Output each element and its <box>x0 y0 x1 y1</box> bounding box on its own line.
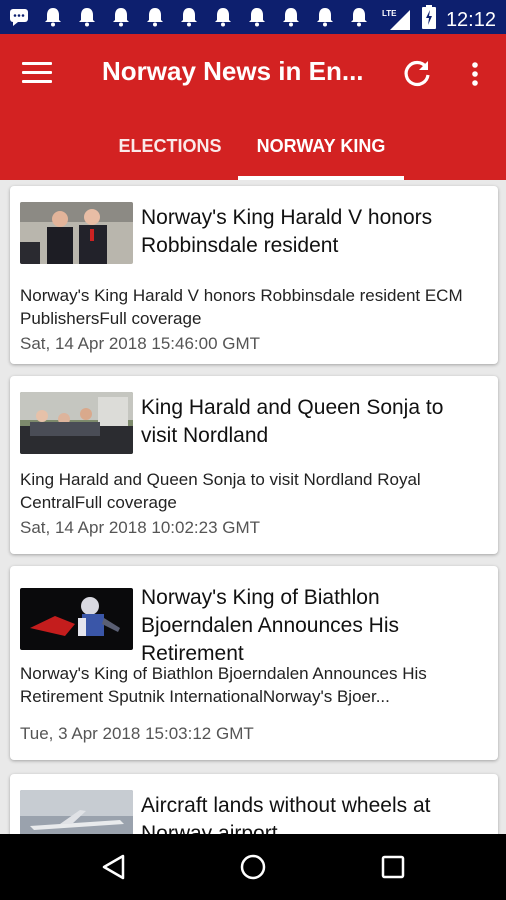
app-bar: Norway News in En... ELECTIONS NORWAY KI… <box>0 34 506 180</box>
notification-bell-icon <box>212 6 234 28</box>
notification-icons <box>8 6 370 28</box>
article-headline[interactable]: Aircraft lands without wheels at Norway … <box>141 792 481 834</box>
status-bar: LTE 12:12 <box>0 0 506 34</box>
notification-bell-icon <box>280 6 302 28</box>
article-headline[interactable]: Norway's King Harald V honors Robbinsdal… <box>141 204 481 260</box>
notification-bell-icon <box>144 6 166 28</box>
notification-bell-icon <box>314 6 336 28</box>
system-navigation-bar <box>0 834 506 900</box>
tab-elections[interactable]: ELECTIONS <box>100 136 240 180</box>
article-thumbnail <box>20 790 133 834</box>
article-thumbnail <box>20 392 133 454</box>
article-thumbnail <box>20 202 133 264</box>
article-date: Tue, 3 Apr 2018 15:03:12 GMT <box>20 724 254 743</box>
article-summary: Norway's King of Biathlon Bjoerndalen An… <box>20 664 427 706</box>
article-date: Sat, 14 Apr 2018 15:46:00 GMT <box>20 334 261 353</box>
notification-bell-icon <box>178 6 200 28</box>
back-icon[interactable] <box>98 851 130 883</box>
notification-bell-icon <box>42 6 64 28</box>
more-options-icon[interactable] <box>465 60 485 90</box>
signal-icon: LTE <box>382 9 412 31</box>
article-list[interactable]: Norway's King Harald V honors Robbinsdal… <box>0 180 506 834</box>
app-title: Norway News in En... <box>102 56 364 86</box>
message-icon <box>8 6 30 28</box>
recents-icon[interactable] <box>377 851 409 883</box>
battery-icon <box>421 5 436 35</box>
article-summary: Norway's King Harald V honors Robbinsdal… <box>20 286 463 328</box>
article-thumbnail <box>20 588 133 650</box>
clock: 12:12 <box>445 8 496 31</box>
article-card[interactable]: Norway's King Harald V honors Robbinsdal… <box>10 186 498 364</box>
article-card[interactable]: Aircraft lands without wheels at Norway … <box>10 774 498 834</box>
article-card[interactable]: Norway's King of Biathlon Bjoerndalen An… <box>10 566 498 760</box>
notification-bell-icon <box>76 6 98 28</box>
tab-norway-king[interactable]: NORWAY KING <box>238 136 404 180</box>
system-icons: LTE 12:12 <box>382 5 496 35</box>
article-summary: King Harald and Queen Sonja to visit Nor… <box>20 470 421 512</box>
notification-bell-icon <box>110 6 132 28</box>
article-date: Sat, 14 Apr 2018 10:02:23 GMT <box>20 518 261 537</box>
notification-bell-icon <box>246 6 268 28</box>
notification-bell-icon <box>348 6 370 28</box>
menu-icon[interactable] <box>22 62 52 84</box>
article-headline[interactable]: Norway's King of Biathlon Bjoerndalen An… <box>141 584 481 668</box>
article-headline[interactable]: King Harald and Queen Sonja to visit Nor… <box>141 394 481 450</box>
article-card[interactable]: King Harald and Queen Sonja to visit Nor… <box>10 376 498 554</box>
refresh-icon[interactable] <box>402 58 432 88</box>
home-icon[interactable] <box>237 851 269 883</box>
